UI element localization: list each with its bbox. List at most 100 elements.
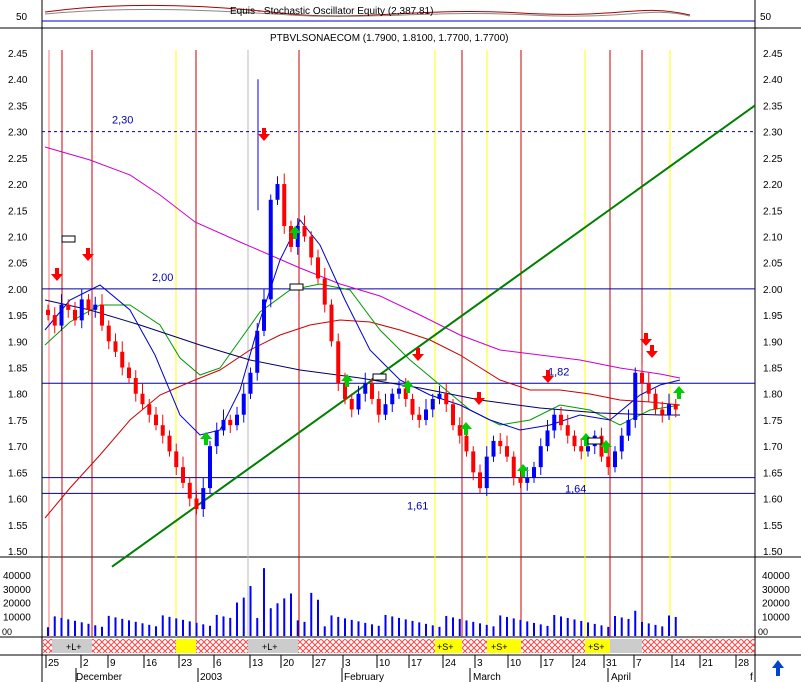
- candle-body: [484, 456, 489, 489]
- candle-body: [424, 409, 428, 420]
- price-tick-left: 1.90: [8, 337, 28, 348]
- price-tick-right: 2.20: [763, 180, 783, 191]
- candle-body: [214, 430, 219, 447]
- candle-body: [498, 440, 503, 447]
- candle-body: [349, 398, 354, 410]
- signal-tag-2: +L+: [262, 642, 278, 652]
- candle-body: [613, 451, 617, 468]
- volume-tick-left: 30000: [3, 585, 31, 596]
- price-tick-left: 2.10: [8, 232, 28, 243]
- price-tick-right: 2.15: [763, 206, 783, 217]
- price-tick-right: 1.60: [763, 495, 783, 506]
- candle-body: [397, 388, 401, 394]
- candle-body: [120, 351, 125, 368]
- candle-body: [221, 419, 226, 431]
- candle-body: [626, 419, 631, 436]
- price-tick-left: 2.45: [8, 49, 28, 60]
- candle-body: [464, 435, 469, 452]
- date-label: 21: [702, 658, 714, 669]
- month-label-march: March: [473, 672, 501, 682]
- candle-body: [660, 409, 665, 415]
- candle-body: [73, 309, 77, 321]
- price-tick-left: 1.80: [8, 390, 28, 401]
- candle-body: [93, 304, 98, 310]
- candle-body: [316, 257, 320, 279]
- price-tick-right: 2.10: [763, 232, 783, 243]
- signal-bar: +L+ +L+ +S+ +S+ +S+: [43, 639, 755, 653]
- candle-body: [619, 435, 624, 452]
- oscillator-right-tick: 50: [760, 12, 772, 23]
- candle-body: [363, 383, 368, 394]
- chart-title: PTBVLSONAECOM (1.7900, 1.8100, 1.7700, 1…: [270, 33, 508, 44]
- candle-body: [572, 435, 577, 447]
- candle-body: [633, 372, 638, 420]
- candle-body: [100, 304, 104, 326]
- price-tick-left: 1.55: [8, 521, 28, 532]
- candle-body: [113, 341, 118, 352]
- date-label: 6: [216, 658, 222, 669]
- volume-edge-right: 00: [758, 627, 768, 637]
- date-label: 10: [510, 658, 522, 669]
- level-label: 2,00: [152, 272, 173, 284]
- candle-body: [302, 225, 307, 237]
- candle-body: [538, 446, 543, 468]
- date-label: 14: [674, 658, 686, 669]
- date-label: 24: [445, 658, 457, 669]
- candle-body: [565, 425, 570, 436]
- candle-body: [545, 430, 550, 447]
- candle-body: [66, 304, 71, 310]
- date-label: 3: [477, 658, 483, 669]
- price-tick-right: 1.70: [763, 442, 783, 453]
- candle-body: [376, 398, 381, 415]
- date-label: 23: [181, 658, 193, 669]
- candle-body: [235, 414, 239, 426]
- candle-body: [667, 404, 671, 415]
- volume-tick-right: 20000: [762, 599, 790, 610]
- price-tick-left: 2.20: [8, 180, 28, 191]
- candle-body: [282, 184, 287, 226]
- price-tick-left: 1.95: [8, 311, 28, 322]
- price-tick-right: 2.00: [763, 285, 783, 296]
- volume-tick-left: 40000: [3, 571, 31, 582]
- oscillator-left-tick: 50: [16, 12, 28, 23]
- candle-body: [559, 414, 563, 426]
- price-tick-right: 2.30: [763, 128, 783, 139]
- candle-body: [127, 367, 131, 379]
- price-tick-left: 1.70: [8, 442, 28, 453]
- candle-body: [154, 414, 158, 426]
- candle-body: [518, 477, 523, 483]
- date-label: 7: [636, 658, 642, 669]
- signal-tag-1: +L+: [66, 642, 82, 652]
- price-tick-right: 1.85: [763, 364, 783, 375]
- candle-body: [255, 330, 260, 373]
- price-tick-left: 2.15: [8, 206, 28, 217]
- date-label: 10: [379, 658, 391, 669]
- price-tick-right: 1.65: [763, 468, 783, 479]
- candle-body: [201, 488, 206, 510]
- candle-body: [59, 304, 64, 326]
- date-label: 31: [606, 658, 618, 669]
- price-tick-left: 1.65: [8, 468, 28, 479]
- candle-body: [262, 299, 266, 331]
- date-label: 28: [738, 658, 750, 669]
- date-label: 17: [411, 658, 423, 669]
- date-label: 9: [110, 658, 116, 669]
- candle-body: [336, 341, 341, 384]
- level-label: 2,30: [112, 115, 133, 127]
- signal-tag-3: +S+: [437, 642, 454, 652]
- price-tick-left: 2.00: [8, 285, 28, 296]
- candle-body: [79, 299, 84, 321]
- candle-body: [410, 398, 415, 415]
- candle-body: [86, 299, 91, 310]
- candle-body: [140, 393, 145, 405]
- candle-body: [46, 309, 50, 316]
- candle-body: [586, 446, 590, 452]
- date-label: 17: [543, 658, 555, 669]
- date-label: 27: [315, 658, 327, 669]
- candle-body: [309, 236, 314, 258]
- price-tick-left: 2.30: [8, 128, 28, 139]
- candle-body: [167, 435, 172, 452]
- candle-body: [444, 393, 449, 405]
- volume-tick-left: 20000: [3, 599, 31, 610]
- candle-body: [437, 393, 442, 399]
